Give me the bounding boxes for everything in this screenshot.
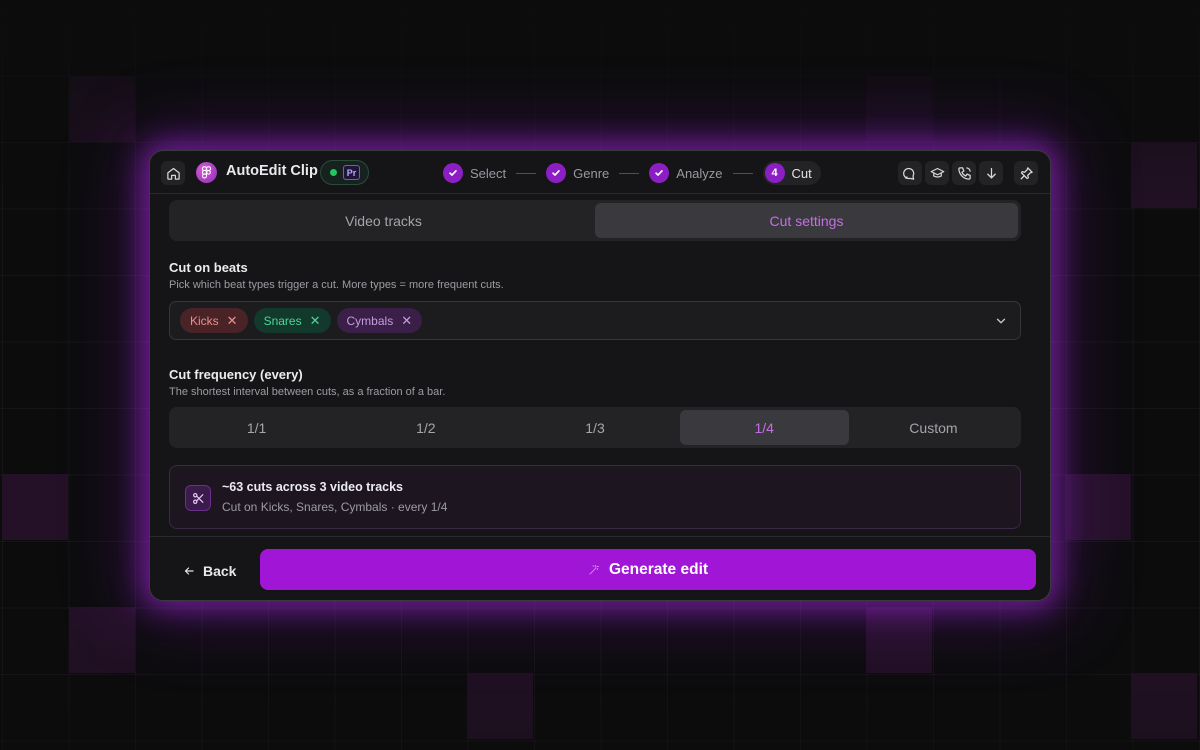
chat-button[interactable] — [898, 161, 922, 185]
tutorials-button[interactable] — [925, 161, 949, 185]
magic-wand-icon — [589, 564, 599, 574]
premiere-pro-icon: Pr — [343, 165, 360, 180]
app-title: AutoEdit Clip — [226, 163, 318, 179]
remove-snares-icon[interactable]: ✕ — [310, 314, 321, 327]
step-number: 4 — [764, 163, 785, 183]
graduation-cap-icon — [930, 167, 944, 178]
frequency-option-1-3[interactable]: 1/3 — [510, 410, 679, 445]
summary-title: ~63 cuts across 3 video tracks — [222, 480, 404, 494]
figma-like-logo-icon — [201, 166, 212, 179]
chip-kicks: Kicks ✕ — [180, 308, 248, 333]
step-label: Analyze — [676, 165, 723, 181]
remove-cymbals-icon[interactable]: ✕ — [401, 314, 412, 327]
step-analyze[interactable]: Analyze — [649, 163, 723, 183]
tab-video-tracks[interactable]: Video tracks — [172, 203, 595, 238]
chip-label: Cymbals — [346, 313, 394, 328]
back-button[interactable]: Back — [183, 563, 236, 579]
frequency-option-custom[interactable]: Custom — [849, 410, 1018, 445]
chat-icon — [902, 167, 914, 180]
chip-cymbals: Cymbals ✕ — [336, 308, 423, 333]
download-button[interactable] — [979, 161, 1003, 185]
arrow-left-icon — [184, 567, 194, 575]
cut-frequency-title: Cut frequency (every) — [169, 367, 303, 382]
header-tools — [898, 161, 1003, 185]
autoedit-panel: AutoEdit Clip Pr Select Genre Analyze 4 … — [149, 150, 1051, 601]
remove-kicks-icon[interactable]: ✕ — [227, 314, 238, 327]
step-label: Cut — [791, 165, 812, 181]
premiere-connection-badge[interactable]: Pr — [320, 160, 369, 185]
check-icon — [649, 163, 670, 183]
panel-header: AutoEdit Clip Pr Select Genre Analyze 4 … — [150, 151, 1050, 194]
generate-label: Generate edit — [608, 560, 709, 578]
phone-icon — [957, 166, 971, 180]
settings-tabs: Video tracks Cut settings — [169, 200, 1021, 241]
step-connector — [516, 172, 537, 174]
step-connector — [732, 172, 753, 174]
step-cut[interactable]: 4 Cut — [762, 161, 821, 185]
back-label: Back — [203, 563, 237, 579]
pin-icon — [1019, 166, 1033, 180]
cut-frequency-subtitle: The shortest interval between cuts, as a… — [169, 386, 446, 398]
frequency-option-1-4[interactable]: 1/4 — [679, 410, 849, 445]
check-icon — [443, 163, 463, 183]
step-label: Genre — [573, 165, 610, 181]
cut-summary-card: ~63 cuts across 3 video tracks Cut on Ki… — [169, 465, 1021, 529]
chevron-down-icon[interactable] — [994, 314, 1008, 328]
check-icon — [546, 163, 567, 183]
beat-type-multiselect[interactable]: Kicks ✕ Snares ✕ Cymbals ✕ — [169, 301, 1021, 340]
frequency-option-1-1[interactable]: 1/1 — [172, 410, 341, 445]
home-button[interactable] — [161, 161, 185, 185]
connected-status-dot — [330, 169, 337, 176]
summary-detail: Cut on Kicks, Snares, Cymbals · every 1/… — [222, 500, 448, 514]
cut-frequency-selector: 1/1 1/2 1/3 1/4 Custom — [169, 407, 1021, 448]
panel-footer: Back Generate edit — [150, 536, 1050, 600]
download-icon — [986, 167, 996, 178]
chip-label: Kicks — [190, 313, 219, 328]
chip-snares: Snares ✕ — [253, 308, 331, 333]
step-genre[interactable]: Genre — [546, 163, 609, 183]
support-call-button[interactable] — [952, 161, 976, 185]
step-connector — [619, 172, 640, 174]
scissors-icon — [185, 485, 211, 511]
pin-button[interactable] — [1014, 161, 1038, 185]
frequency-option-1-2[interactable]: 1/2 — [341, 410, 510, 445]
tab-cut-settings[interactable]: Cut settings — [595, 203, 1018, 238]
step-label: Select — [470, 165, 507, 181]
cut-on-beats-subtitle: Pick which beat types trigger a cut. Mor… — [169, 279, 504, 291]
home-icon — [166, 167, 180, 180]
cut-on-beats-title: Cut on beats — [169, 260, 248, 275]
step-select[interactable]: Select — [443, 163, 506, 183]
step-progress: Select Genre Analyze 4 Cut — [443, 161, 821, 185]
generate-edit-button[interactable]: Generate edit — [260, 549, 1036, 590]
chip-label: Snares — [263, 313, 302, 328]
app-logo — [196, 162, 217, 183]
